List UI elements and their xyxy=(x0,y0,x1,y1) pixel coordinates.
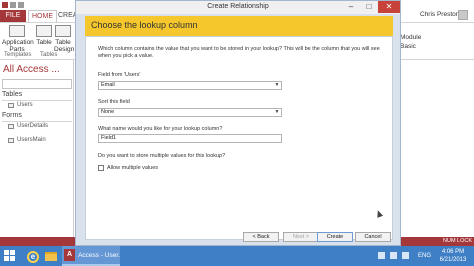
application-parts-button[interactable]: Application Parts xyxy=(2,25,34,53)
dialog-titlebar[interactable]: Create Relationship – □ ✕ xyxy=(76,1,400,14)
next-button[interactable]: Next > xyxy=(283,232,319,242)
table-label: Table xyxy=(36,39,52,46)
language-indicator[interactable]: ENG xyxy=(418,253,431,259)
back-button[interactable]: < Back xyxy=(243,232,279,242)
form-icon xyxy=(8,123,14,129)
table-design-label: Table Design xyxy=(54,39,75,53)
module-button[interactable]: Module xyxy=(400,34,421,41)
file-explorer-button[interactable] xyxy=(42,248,60,265)
maximize-button[interactable]: □ xyxy=(360,1,378,13)
folder-icon xyxy=(45,252,57,261)
user-name[interactable]: Chris Preston xyxy=(420,11,459,18)
sort-label: Sort this field xyxy=(98,99,130,105)
wizard-step-title: Choose the lookup column xyxy=(91,20,198,30)
table-design-button[interactable]: Table Design xyxy=(54,25,75,53)
windows-logo-icon xyxy=(4,250,9,255)
multi-question: Do you want to store multiple values for… xyxy=(98,153,226,159)
start-button[interactable] xyxy=(4,250,16,262)
nav-item-users[interactable]: Users xyxy=(8,102,33,108)
allow-multiple-label: Allow multiple values xyxy=(107,165,159,171)
field-from-value: Email xyxy=(101,82,115,88)
sort-dropdown[interactable]: None ▼ xyxy=(98,108,282,117)
visual-basic-button[interactable]: Basic xyxy=(400,43,416,50)
taskbar-access-label: Access - User... xyxy=(78,251,120,259)
wizard-header: Choose the lookup column xyxy=(85,16,393,36)
sort-value: None xyxy=(101,109,115,115)
application-parts-label: Application Parts xyxy=(2,39,34,53)
nav-title[interactable]: All Access ... xyxy=(3,64,60,75)
access-icon: A xyxy=(64,249,76,261)
group-templates: Templates xyxy=(4,52,32,58)
quick-access-toolbar xyxy=(2,0,24,10)
tab-file[interactable]: FILE xyxy=(0,10,26,22)
cancel-button[interactable]: Cancel xyxy=(355,232,391,242)
workspace xyxy=(400,60,474,246)
table-icon xyxy=(36,25,52,37)
table-icon xyxy=(8,102,14,108)
nav-item-label: UserDetails xyxy=(17,123,49,129)
internet-explorer-button[interactable]: e xyxy=(24,248,42,265)
tab-home[interactable]: HOME xyxy=(28,10,57,22)
nav-section-forms[interactable]: Forms xyxy=(2,112,72,122)
nav-item-usersmain[interactable]: UsersMain xyxy=(8,137,46,143)
clock[interactable]: 4:06 PM 6/21/2013 xyxy=(436,248,470,264)
table-button[interactable]: Table xyxy=(36,25,52,46)
num-lock-indicator: NUM LOCK xyxy=(443,238,473,244)
table-design-icon xyxy=(55,25,71,37)
close-button[interactable]: ✕ xyxy=(378,1,400,13)
taskbar-access-button[interactable]: A Access - User... xyxy=(62,246,120,266)
avatar[interactable] xyxy=(458,10,468,20)
nav-item-label: Users xyxy=(17,102,33,108)
allow-multiple-checkbox[interactable] xyxy=(98,165,104,171)
field-from-label: Field from 'Users' xyxy=(98,72,141,78)
windows-logo-icon xyxy=(10,256,15,261)
network-icon[interactable] xyxy=(390,252,397,259)
nav-item-userdetails[interactable]: UserDetails xyxy=(8,123,48,129)
tray-arrow-icon[interactable] xyxy=(378,252,385,259)
windows-logo-icon xyxy=(10,250,15,255)
name-question: What name would you like for your lookup… xyxy=(98,126,223,132)
nav-item-label: UsersMain xyxy=(17,137,46,143)
intro-text: Which column contains the value that you… xyxy=(98,46,380,59)
application-parts-icon xyxy=(9,25,25,37)
lookup-name-input[interactable]: Field1 xyxy=(98,134,282,143)
save-icon[interactable] xyxy=(10,2,16,8)
form-icon xyxy=(8,137,14,143)
undo-icon[interactable] xyxy=(18,2,24,8)
create-relationship-dialog: Create Relationship – □ ✕ Choose the loo… xyxy=(75,0,401,246)
field-from-dropdown[interactable]: Email ▼ xyxy=(98,81,282,90)
internet-explorer-icon: e xyxy=(27,250,39,263)
wizard-body: Which column contains the value that you… xyxy=(85,36,393,242)
windows-logo-icon xyxy=(4,256,9,261)
nav-section-tables[interactable]: Tables xyxy=(2,91,72,101)
group-tables: Tables xyxy=(40,52,58,58)
nav-search-input[interactable] xyxy=(2,79,72,89)
nav-header[interactable]: All Access ... xyxy=(0,64,74,78)
access-app-icon xyxy=(2,2,8,8)
chevron-down-icon[interactable]: ▼ xyxy=(274,83,280,88)
navigation-pane: All Access ... Tables Users Forms UserDe… xyxy=(0,60,74,246)
clock-date: 6/21/2013 xyxy=(439,257,467,263)
minimize-button[interactable]: – xyxy=(342,1,360,13)
clock-time: 4:06 PM xyxy=(441,249,465,255)
chevron-down-icon[interactable]: ▼ xyxy=(274,110,280,115)
volume-icon[interactable] xyxy=(402,252,409,259)
create-button[interactable]: Create xyxy=(317,232,353,242)
